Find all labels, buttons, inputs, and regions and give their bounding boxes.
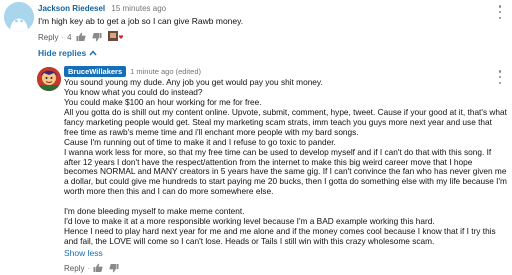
dislike-button[interactable] [92, 32, 102, 42]
comment-header: Jackson Riedesel 15 minutes ago [38, 4, 166, 13]
hide-replies-toggle[interactable]: Hide replies [38, 48, 97, 58]
commenter-avatar[interactable] [4, 2, 34, 32]
hide-replies-label: Hide replies [38, 48, 87, 58]
comment-author[interactable]: Jackson Riedesel [38, 4, 105, 13]
reply-button[interactable]: Reply [64, 264, 84, 273]
reply-timestamp[interactable]: 1 minute ago (edited) [130, 67, 201, 76]
reply-actions: Reply · [64, 263, 119, 273]
creator-avatar-heart-icon [107, 31, 123, 41]
reply-button[interactable]: Reply [38, 33, 58, 42]
dislike-button[interactable] [109, 263, 119, 273]
more-options-icon[interactable] [498, 5, 502, 19]
separator-dot: · [87, 263, 91, 273]
like-button[interactable] [93, 263, 103, 273]
thumbs-down-icon [92, 33, 102, 42]
thumbs-up-icon [93, 263, 103, 272]
reply-author-chip[interactable]: BruceWillakers [64, 66, 127, 77]
reply-author-avatar[interactable] [37, 67, 61, 91]
reply-header: BruceWillakers 1 minute ago (edited) [64, 66, 201, 77]
comment-text: I'm high key ab to get a job so I can gi… [38, 16, 244, 26]
separator-dot: · [61, 32, 65, 42]
reply-line: I wanna work less for more, so that my f… [64, 146, 492, 157]
reply-body: You sound young my dude. Any job you get… [64, 77, 508, 247]
comment-timestamp[interactable]: 15 minutes ago [111, 4, 166, 13]
thumbs-down-icon [109, 264, 119, 273]
default-avatar-icon [4, 2, 34, 32]
illustrated-avatar-icon [37, 67, 61, 91]
like-count: 4 [67, 32, 72, 42]
reply-line: worth more then this and I can do more s… [64, 186, 274, 197]
reply-line: and fail, the LOVE will come so I can't … [64, 236, 435, 246]
thumbs-up-icon [76, 32, 86, 41]
show-less-link[interactable]: Show less [64, 248, 103, 258]
creator-heart [107, 31, 124, 43]
comment-actions: Reply · 4 [38, 31, 124, 43]
chevron-up-icon [89, 50, 97, 56]
like-button[interactable] [76, 32, 86, 42]
